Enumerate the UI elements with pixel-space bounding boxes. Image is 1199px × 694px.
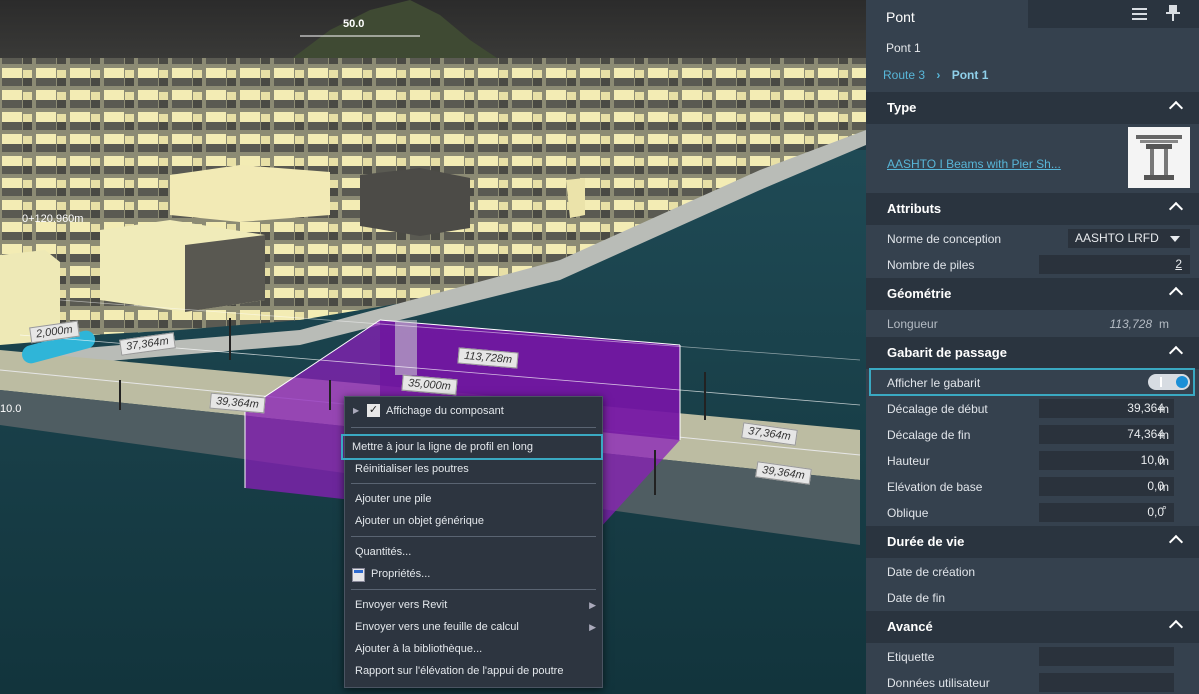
pier-icon bbox=[1136, 135, 1182, 180]
section-header-attributs[interactable]: Attributs bbox=[866, 193, 1199, 225]
bridge-type-link[interactable]: AASHTO I Beams with Pier Sh... bbox=[887, 157, 1061, 171]
panel-subtitle: Pont 1 bbox=[886, 41, 921, 55]
section-header-geometrie[interactable]: Géométrie bbox=[866, 278, 1199, 310]
hauteur-label: Hauteur bbox=[887, 454, 930, 468]
afficher-gabarit-toggle[interactable] bbox=[1148, 374, 1190, 390]
menu-item-envoyer-feuille-calcul[interactable]: Envoyer vers une feuille de calcul ▶ bbox=[345, 617, 602, 637]
norme-label: Norme de conception bbox=[887, 232, 1002, 246]
debut-label: Décalage de début bbox=[887, 402, 988, 416]
chevron-down-icon bbox=[1170, 236, 1180, 242]
fin-unit: m bbox=[1159, 428, 1169, 442]
date-creation-label: Date de création bbox=[887, 565, 976, 579]
base-field[interactable]: 0,0 bbox=[1039, 477, 1174, 496]
3d-viewport[interactable]: 50.0 0+120.960m 10.0 2,000m 37,364m 113,… bbox=[0, 0, 866, 694]
oblique-unit: ° bbox=[1162, 503, 1167, 517]
context-menu: ▶ ✓ Affichage du composant Mettre à jour … bbox=[341, 396, 603, 688]
piles-field[interactable]: 2 bbox=[1039, 255, 1190, 274]
oblique-label: Oblique bbox=[887, 506, 929, 520]
oblique-field[interactable]: 0,0 bbox=[1039, 503, 1174, 522]
date-fin-label: Date de fin bbox=[887, 591, 946, 605]
chevron-up-icon bbox=[1168, 619, 1184, 635]
menu-item-rapport-elevation[interactable]: Rapport sur l'élévation de l'appui de po… bbox=[345, 661, 602, 681]
section-header-gabarit[interactable]: Gabarit de passage bbox=[866, 337, 1199, 369]
section-header-avance[interactable]: Avancé bbox=[866, 611, 1199, 643]
submenu-arrow-icon: ▶ bbox=[589, 622, 596, 632]
donnees-utilisateur-field[interactable] bbox=[1039, 673, 1174, 692]
side-label: 10.0 bbox=[0, 403, 22, 415]
chevron-up-icon bbox=[1168, 286, 1184, 302]
fin-label: Décalage de fin bbox=[887, 428, 971, 442]
afficher-gabarit-label: Afficher le gabarit bbox=[887, 376, 981, 390]
section-header-type[interactable]: Type bbox=[866, 92, 1199, 124]
menu-item-envoyer-revit[interactable]: Envoyer vers Revit ▶ bbox=[345, 595, 602, 615]
menu-separator bbox=[351, 589, 596, 590]
menu-item-reinitialiser-poutres[interactable]: Réinitialiser les poutres bbox=[345, 459, 602, 479]
checkbox-checked-icon[interactable]: ✓ bbox=[367, 403, 380, 417]
scale-label: 50.0 bbox=[343, 18, 365, 30]
hauteur-unit: m bbox=[1159, 454, 1169, 468]
donnees-utilisateur-label: Données utilisateur bbox=[887, 676, 990, 690]
chevron-up-icon bbox=[1168, 100, 1184, 116]
chevron-up-icon bbox=[1168, 201, 1184, 217]
longueur-value: 113,728 bbox=[1109, 317, 1153, 331]
menu-item-ajouter-bibliotheque[interactable]: Ajouter à la bibliothèque... bbox=[345, 639, 602, 659]
submenu-left-icon: ▶ bbox=[353, 406, 360, 415]
menu-separator bbox=[351, 483, 596, 484]
menu-separator bbox=[351, 536, 596, 537]
etiquette-field[interactable] bbox=[1039, 647, 1174, 666]
longueur-label: Longueur bbox=[887, 317, 938, 331]
breadcrumb-current: Pont 1 bbox=[951, 68, 989, 82]
etiquette-label: Etiquette bbox=[887, 650, 935, 664]
menu-icon[interactable] bbox=[1132, 7, 1147, 21]
toggle-knob bbox=[1176, 376, 1188, 388]
longueur-unit: m bbox=[1159, 317, 1169, 331]
panel-title: Pont bbox=[886, 9, 915, 25]
bridge-type-thumbnail[interactable] bbox=[1128, 127, 1190, 188]
norme-dropdown[interactable]: AASHTO LRFD bbox=[1068, 229, 1190, 248]
debut-unit: m bbox=[1159, 402, 1169, 416]
submenu-arrow-icon: ▶ bbox=[589, 600, 596, 610]
menu-item-affichage-composant[interactable]: ▶ ✓ Affichage du composant bbox=[345, 401, 602, 421]
chevron-up-icon bbox=[1168, 345, 1184, 361]
breadcrumb: Route 3 › Pont 1 bbox=[883, 68, 988, 82]
base-unit: m bbox=[1159, 480, 1169, 494]
menu-item-ajouter-pile[interactable]: Ajouter une pile bbox=[345, 489, 602, 509]
fin-field[interactable]: 74,364 bbox=[1039, 425, 1174, 444]
section-header-duree[interactable]: Durée de vie bbox=[866, 526, 1199, 558]
menu-item-ajouter-objet-generique[interactable]: Ajouter un objet générique bbox=[345, 511, 602, 531]
menu-item-mettre-a-jour-profil[interactable]: Mettre à jour la ligne de profil en long bbox=[341, 434, 603, 460]
base-label: Elévation de base bbox=[887, 480, 983, 494]
chevron-up-icon bbox=[1168, 534, 1184, 550]
station-label: 0+120.960m bbox=[22, 213, 84, 225]
pin-icon[interactable] bbox=[1166, 4, 1180, 22]
breadcrumb-separator-icon: › bbox=[936, 68, 941, 82]
menu-item-quantites[interactable]: Quantités... bbox=[345, 542, 602, 562]
properties-icon bbox=[352, 568, 365, 582]
piles-label: Nombre de piles bbox=[887, 258, 975, 272]
debut-field[interactable]: 39,364 bbox=[1039, 399, 1174, 418]
hauteur-field[interactable]: 10,0 bbox=[1039, 451, 1174, 470]
menu-separator bbox=[351, 427, 596, 428]
menu-item-proprietes[interactable]: Propriétés... bbox=[345, 564, 602, 584]
breadcrumb-parent-link[interactable]: Route 3 bbox=[883, 68, 925, 82]
